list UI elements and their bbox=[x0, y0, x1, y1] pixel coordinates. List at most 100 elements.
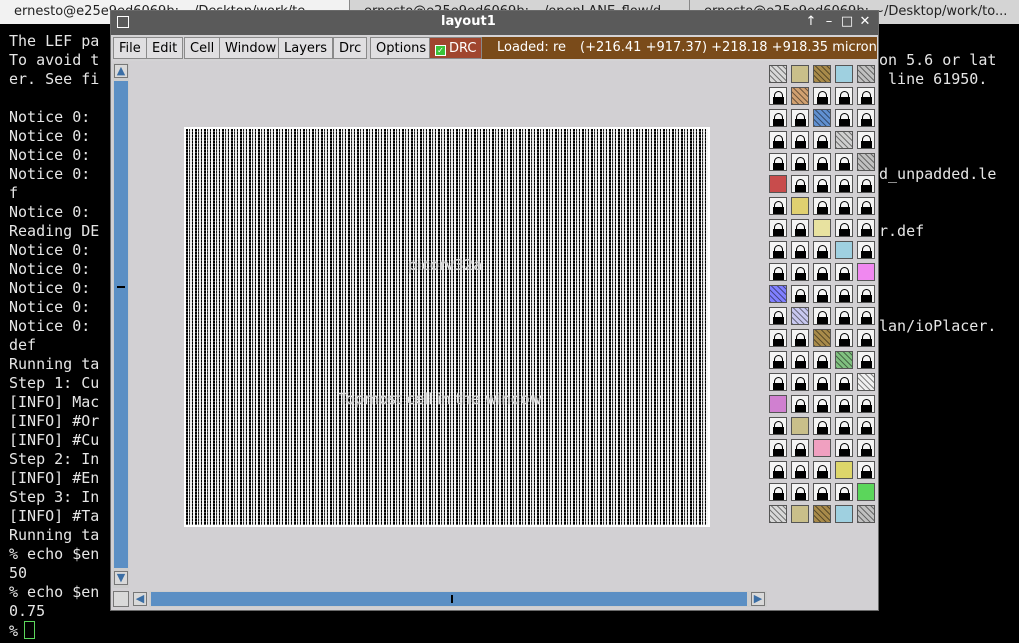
layer-swatch-locked[interactable] bbox=[813, 307, 831, 325]
layer-swatch-locked[interactable] bbox=[813, 175, 831, 193]
layer-swatch-locked[interactable] bbox=[813, 395, 831, 413]
cell-layout[interactable] bbox=[184, 127, 710, 527]
layer-swatch-locked[interactable] bbox=[857, 395, 875, 413]
layer-swatch-locked[interactable] bbox=[835, 329, 853, 347]
layer-swatch-locked[interactable] bbox=[857, 175, 875, 193]
menu-window[interactable]: Window bbox=[219, 37, 283, 59]
layer-swatch-locked[interactable] bbox=[791, 329, 809, 347]
layer-swatch-locked[interactable] bbox=[835, 197, 853, 215]
layer-swatch-locked[interactable] bbox=[857, 219, 875, 237]
layer-swatch[interactable] bbox=[857, 483, 875, 501]
layer-swatch-locked[interactable] bbox=[835, 153, 853, 171]
layer-swatch-locked[interactable] bbox=[835, 417, 853, 435]
menu-layers[interactable]: Layers bbox=[278, 37, 334, 59]
layer-swatch-locked[interactable] bbox=[791, 153, 809, 171]
layer-swatch-locked[interactable] bbox=[769, 439, 787, 457]
layer-swatch[interactable] bbox=[791, 65, 809, 83]
layer-swatch-locked[interactable] bbox=[769, 373, 787, 391]
layer-swatch[interactable] bbox=[857, 263, 875, 281]
layer-swatch-locked[interactable] bbox=[813, 373, 831, 391]
layer-swatch-locked[interactable] bbox=[835, 373, 853, 391]
minimize-icon[interactable]: – bbox=[821, 14, 837, 29]
layer-swatch[interactable] bbox=[813, 439, 831, 457]
layer-swatch[interactable] bbox=[769, 285, 787, 303]
layer-swatch-locked[interactable] bbox=[813, 241, 831, 259]
layer-swatch-locked[interactable] bbox=[857, 351, 875, 369]
layer-swatch-locked[interactable] bbox=[835, 439, 853, 457]
layer-swatch[interactable] bbox=[791, 87, 809, 105]
layer-swatch-locked[interactable] bbox=[857, 329, 875, 347]
layer-swatch-locked[interactable] bbox=[769, 131, 787, 149]
layer-swatch[interactable] bbox=[835, 65, 853, 83]
layer-swatch-locked[interactable] bbox=[791, 373, 809, 391]
scroll-right-icon[interactable]: ▶ bbox=[751, 592, 765, 606]
layer-swatch-locked[interactable] bbox=[813, 417, 831, 435]
layer-swatch-locked[interactable] bbox=[813, 483, 831, 501]
layer-swatch-locked[interactable] bbox=[857, 131, 875, 149]
layer-swatch-locked[interactable] bbox=[835, 219, 853, 237]
layer-swatch[interactable] bbox=[813, 219, 831, 237]
layer-swatch[interactable] bbox=[791, 505, 809, 523]
layer-swatch-locked[interactable] bbox=[813, 461, 831, 479]
layer-swatch-locked[interactable] bbox=[791, 109, 809, 127]
vertical-scroll-track[interactable] bbox=[114, 81, 128, 568]
layer-swatch[interactable] bbox=[857, 505, 875, 523]
layer-swatch-locked[interactable] bbox=[835, 307, 853, 325]
layer-swatch-locked[interactable] bbox=[857, 87, 875, 105]
layer-swatch-locked[interactable] bbox=[769, 153, 787, 171]
vertical-scroll-thumb[interactable] bbox=[117, 286, 125, 288]
layer-swatch-locked[interactable] bbox=[791, 351, 809, 369]
layer-swatch[interactable] bbox=[835, 505, 853, 523]
layer-swatch[interactable] bbox=[835, 351, 853, 369]
layer-swatch[interactable] bbox=[857, 373, 875, 391]
layer-swatch-locked[interactable] bbox=[813, 153, 831, 171]
layer-swatch[interactable] bbox=[769, 175, 787, 193]
layer-swatch-locked[interactable] bbox=[791, 219, 809, 237]
layer-swatch[interactable] bbox=[769, 505, 787, 523]
layer-swatch[interactable] bbox=[791, 417, 809, 435]
scroll-left-icon[interactable]: ◀ bbox=[133, 592, 147, 606]
layer-swatch-locked[interactable] bbox=[813, 197, 831, 215]
layer-swatch-locked[interactable] bbox=[791, 461, 809, 479]
layer-swatch[interactable] bbox=[769, 65, 787, 83]
layer-swatch-locked[interactable] bbox=[769, 417, 787, 435]
layer-swatch-locked[interactable] bbox=[835, 175, 853, 193]
layer-swatch-locked[interactable] bbox=[791, 131, 809, 149]
window-menu-icon[interactable] bbox=[117, 16, 129, 28]
layer-swatch-locked[interactable] bbox=[791, 241, 809, 259]
menu-options[interactable]: Options bbox=[370, 37, 433, 59]
layer-swatch-locked[interactable] bbox=[769, 351, 787, 369]
layer-swatch-locked[interactable] bbox=[835, 285, 853, 303]
layer-swatch-locked[interactable] bbox=[835, 263, 853, 281]
menu-edit[interactable]: Edit bbox=[146, 37, 184, 59]
layer-swatch[interactable] bbox=[791, 197, 809, 215]
layer-swatch-locked[interactable] bbox=[857, 439, 875, 457]
layer-swatch[interactable] bbox=[791, 307, 809, 325]
layer-swatch-locked[interactable] bbox=[813, 285, 831, 303]
layer-swatch-locked[interactable] bbox=[813, 263, 831, 281]
vertical-scrollbar[interactable]: ▲ ▼ bbox=[113, 63, 129, 588]
layer-swatch[interactable] bbox=[857, 65, 875, 83]
scroll-up-icon[interactable]: ▲ bbox=[114, 64, 128, 78]
layer-swatch[interactable] bbox=[813, 505, 831, 523]
layer-swatch-locked[interactable] bbox=[857, 461, 875, 479]
layer-swatch-locked[interactable] bbox=[857, 417, 875, 435]
scroll-down-icon[interactable]: ▼ bbox=[114, 571, 128, 585]
layer-swatch-locked[interactable] bbox=[769, 263, 787, 281]
layer-swatch-locked[interactable] bbox=[769, 483, 787, 501]
layer-swatch-locked[interactable] bbox=[857, 241, 875, 259]
layer-swatch-locked[interactable] bbox=[769, 241, 787, 259]
horizontal-scrollbar[interactable]: ◀ ▶ bbox=[133, 591, 767, 607]
horizontal-scroll-track[interactable] bbox=[151, 592, 747, 606]
layer-swatch[interactable] bbox=[813, 65, 831, 83]
layer-swatch-locked[interactable] bbox=[769, 87, 787, 105]
layer-swatch-locked[interactable] bbox=[769, 461, 787, 479]
maximize-icon[interactable]: □ bbox=[839, 14, 855, 29]
drc-toggle-button[interactable]: ✓ DRC bbox=[429, 37, 483, 59]
layer-swatch[interactable] bbox=[835, 461, 853, 479]
layer-swatch[interactable] bbox=[857, 153, 875, 171]
layer-swatch-locked[interactable] bbox=[791, 263, 809, 281]
layer-swatch-locked[interactable] bbox=[769, 329, 787, 347]
layout-canvas[interactable]: picorv32a Topmost cell in the window bbox=[131, 63, 767, 587]
layer-swatch-locked[interactable] bbox=[791, 175, 809, 193]
